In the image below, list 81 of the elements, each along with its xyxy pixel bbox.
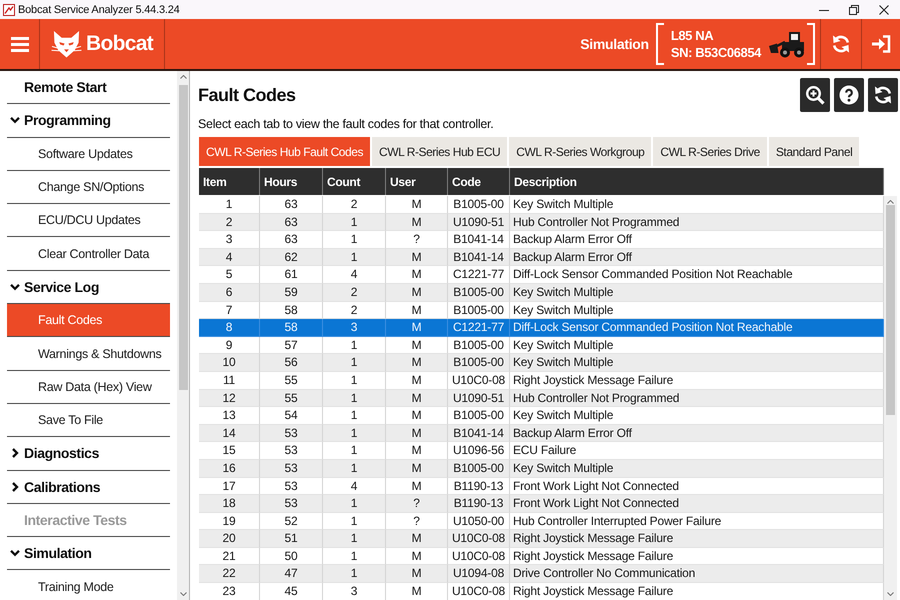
sidebar-item[interactable]: Calibrations — [7, 470, 170, 504]
help-icon — [839, 85, 859, 105]
machine-model: L85 NA — [670, 27, 714, 44]
sidebar-item[interactable]: Software Updates — [7, 138, 170, 171]
tab[interactable]: CWL R-Series Drive — [653, 137, 767, 166]
table-cell: 23 — [199, 583, 260, 600]
table-row[interactable]: 8 58 3 M C1221-77 Diff-Lock Sensor Commanded Position Not Reachable — [199, 319, 884, 337]
tab[interactable]: Standard Panel — [768, 137, 860, 166]
table-row[interactable]: 22 47 1 M U1094-08 Drive Controller No Communication — [199, 565, 884, 584]
table-row[interactable]: 5 61 4 M C1221-77 Diff-Lock Sensor Commanded Position Not Reachable — [199, 266, 884, 284]
column-header: Hours — [260, 168, 323, 195]
window-title: Bobcat Service Analyzer 5.44.3.24 — [18, 4, 180, 16]
table-row[interactable]: 6 59 2 M B1005-00 Key Switch Multiple — [199, 284, 884, 302]
table-row[interactable]: 11 55 1 M U10C0-08 Right Joystick Message Failure — [199, 372, 884, 390]
sidebar-item[interactable]: Raw Data (Hex) View — [7, 370, 170, 404]
table-cell: U10C0-08 — [448, 583, 510, 600]
page-title: Fault Codes — [198, 84, 296, 106]
caret-up-icon — [180, 75, 187, 79]
refresh-icon — [831, 34, 851, 54]
table-cell: 3 — [323, 583, 386, 600]
table-row[interactable]: 1 63 2 M B1005-00 Key Switch Multiple — [199, 196, 884, 214]
sidebar-item[interactable]: Simulation — [7, 537, 170, 570]
sidebar-item[interactable]: Warnings & Shutdowns — [7, 337, 170, 371]
column-header: Count — [323, 168, 386, 195]
app-icon — [3, 4, 15, 16]
column-header: Description — [510, 168, 884, 195]
caret-up-icon — [887, 200, 894, 204]
table-cell: M — [386, 583, 448, 600]
help-button[interactable] — [834, 78, 864, 112]
sidebar-item[interactable]: ECU/DCU Updates — [7, 204, 170, 238]
scrollbar[interactable] — [177, 71, 189, 600]
mode-label: Simulation — [580, 36, 649, 52]
tab[interactable]: CWL R-Series Hub Fault Codes — [199, 137, 370, 166]
table-row[interactable]: 14 53 1 M B1041-14 Backup Alarm Error Off — [199, 424, 884, 442]
close-icon — [879, 4, 889, 14]
sidebar-item[interactable]: Fault Codes — [7, 304, 170, 338]
table-row[interactable]: 15 53 1 M U1096-56 ECU Failure — [199, 442, 884, 460]
caret-down-icon — [180, 592, 187, 596]
table-row[interactable]: 19 52 1 ? U1050-00 Hub Controller Interrupted Power Failure — [199, 512, 884, 530]
menu-icon — [10, 36, 28, 52]
scrollbar[interactable] — [884, 196, 897, 600]
refresh-icon — [873, 85, 893, 105]
sidebar-item[interactable]: Save To File — [7, 404, 170, 438]
column-header: User — [386, 168, 448, 195]
instructions-text: Select each tab to view the fault codes for that controller. — [198, 116, 494, 132]
table-row[interactable]: 17 53 4 M B1190-13 Front Work Light Not Connected — [199, 478, 884, 496]
cat-head-icon — [51, 30, 82, 58]
wheel-loader-icon — [769, 30, 805, 58]
logo-text: Bobcat — [86, 32, 153, 56]
sidebar-item[interactable]: Clear Controller Data — [7, 237, 170, 271]
sign-in-icon — [871, 35, 891, 53]
sidebar-item[interactable]: Remote Start — [7, 71, 170, 104]
table-row[interactable]: 7 58 2 M B1005-00 Key Switch Multiple — [199, 302, 884, 320]
restore-icon — [849, 4, 859, 14]
table-row[interactable]: 16 53 1 M B1005-00 Key Switch Multiple — [199, 460, 884, 478]
serial-number: SN: B53C06854 — [670, 44, 761, 61]
scrollbar-thumb[interactable] — [179, 85, 188, 390]
column-header: Code — [448, 168, 510, 195]
table-row[interactable]: 21 50 1 M U10C0-08 Right Joystick Message Failure — [199, 548, 884, 566]
table-cell: 45 — [260, 583, 323, 600]
table-row[interactable]: 20 51 1 M U10C0-08 Right Joystick Message Failure — [199, 530, 884, 548]
table-row[interactable]: 18 53 1 ? B1190-13 Front Work Light Not Connected — [199, 495, 884, 513]
sidebar-item[interactable]: Change SN/Options — [7, 170, 170, 204]
tab[interactable]: CWL R-Series Workgroup — [509, 137, 652, 166]
refresh-button[interactable] — [868, 78, 898, 112]
zoom-in-icon — [805, 85, 825, 105]
sidebar-item[interactable]: Training Mode — [7, 570, 170, 600]
scrollbar-thumb[interactable] — [886, 205, 895, 415]
table-row[interactable]: 13 54 1 M B1005-00 Key Switch Multiple — [199, 407, 884, 425]
table-row[interactable]: 12 55 1 M U1090-51 Hub Controller Not Programmed — [199, 390, 884, 408]
tab[interactable]: CWL R-Series Hub ECU — [372, 137, 508, 166]
column-header: Item — [199, 168, 260, 195]
table-row[interactable]: 9 57 1 M B1005-00 Key Switch Multiple — [199, 336, 884, 354]
zoom-in-button[interactable] — [800, 78, 830, 112]
table-row[interactable]: 3 63 1 ? B1041-14 Backup Alarm Error Off — [199, 231, 884, 249]
table-row[interactable]: 10 56 1 M B1005-00 Key Switch Multiple — [199, 354, 884, 372]
sidebar-item[interactable]: Programming — [7, 104, 170, 138]
table-row[interactable]: 2 63 1 M U1090-51 Hub Controller Not Programmed — [199, 214, 884, 232]
sidebar-item[interactable]: Diagnostics — [7, 437, 170, 471]
caret-down-icon — [887, 592, 894, 596]
table-row[interactable]: 4 62 1 M B1041-14 Backup Alarm Error Off — [199, 248, 884, 266]
